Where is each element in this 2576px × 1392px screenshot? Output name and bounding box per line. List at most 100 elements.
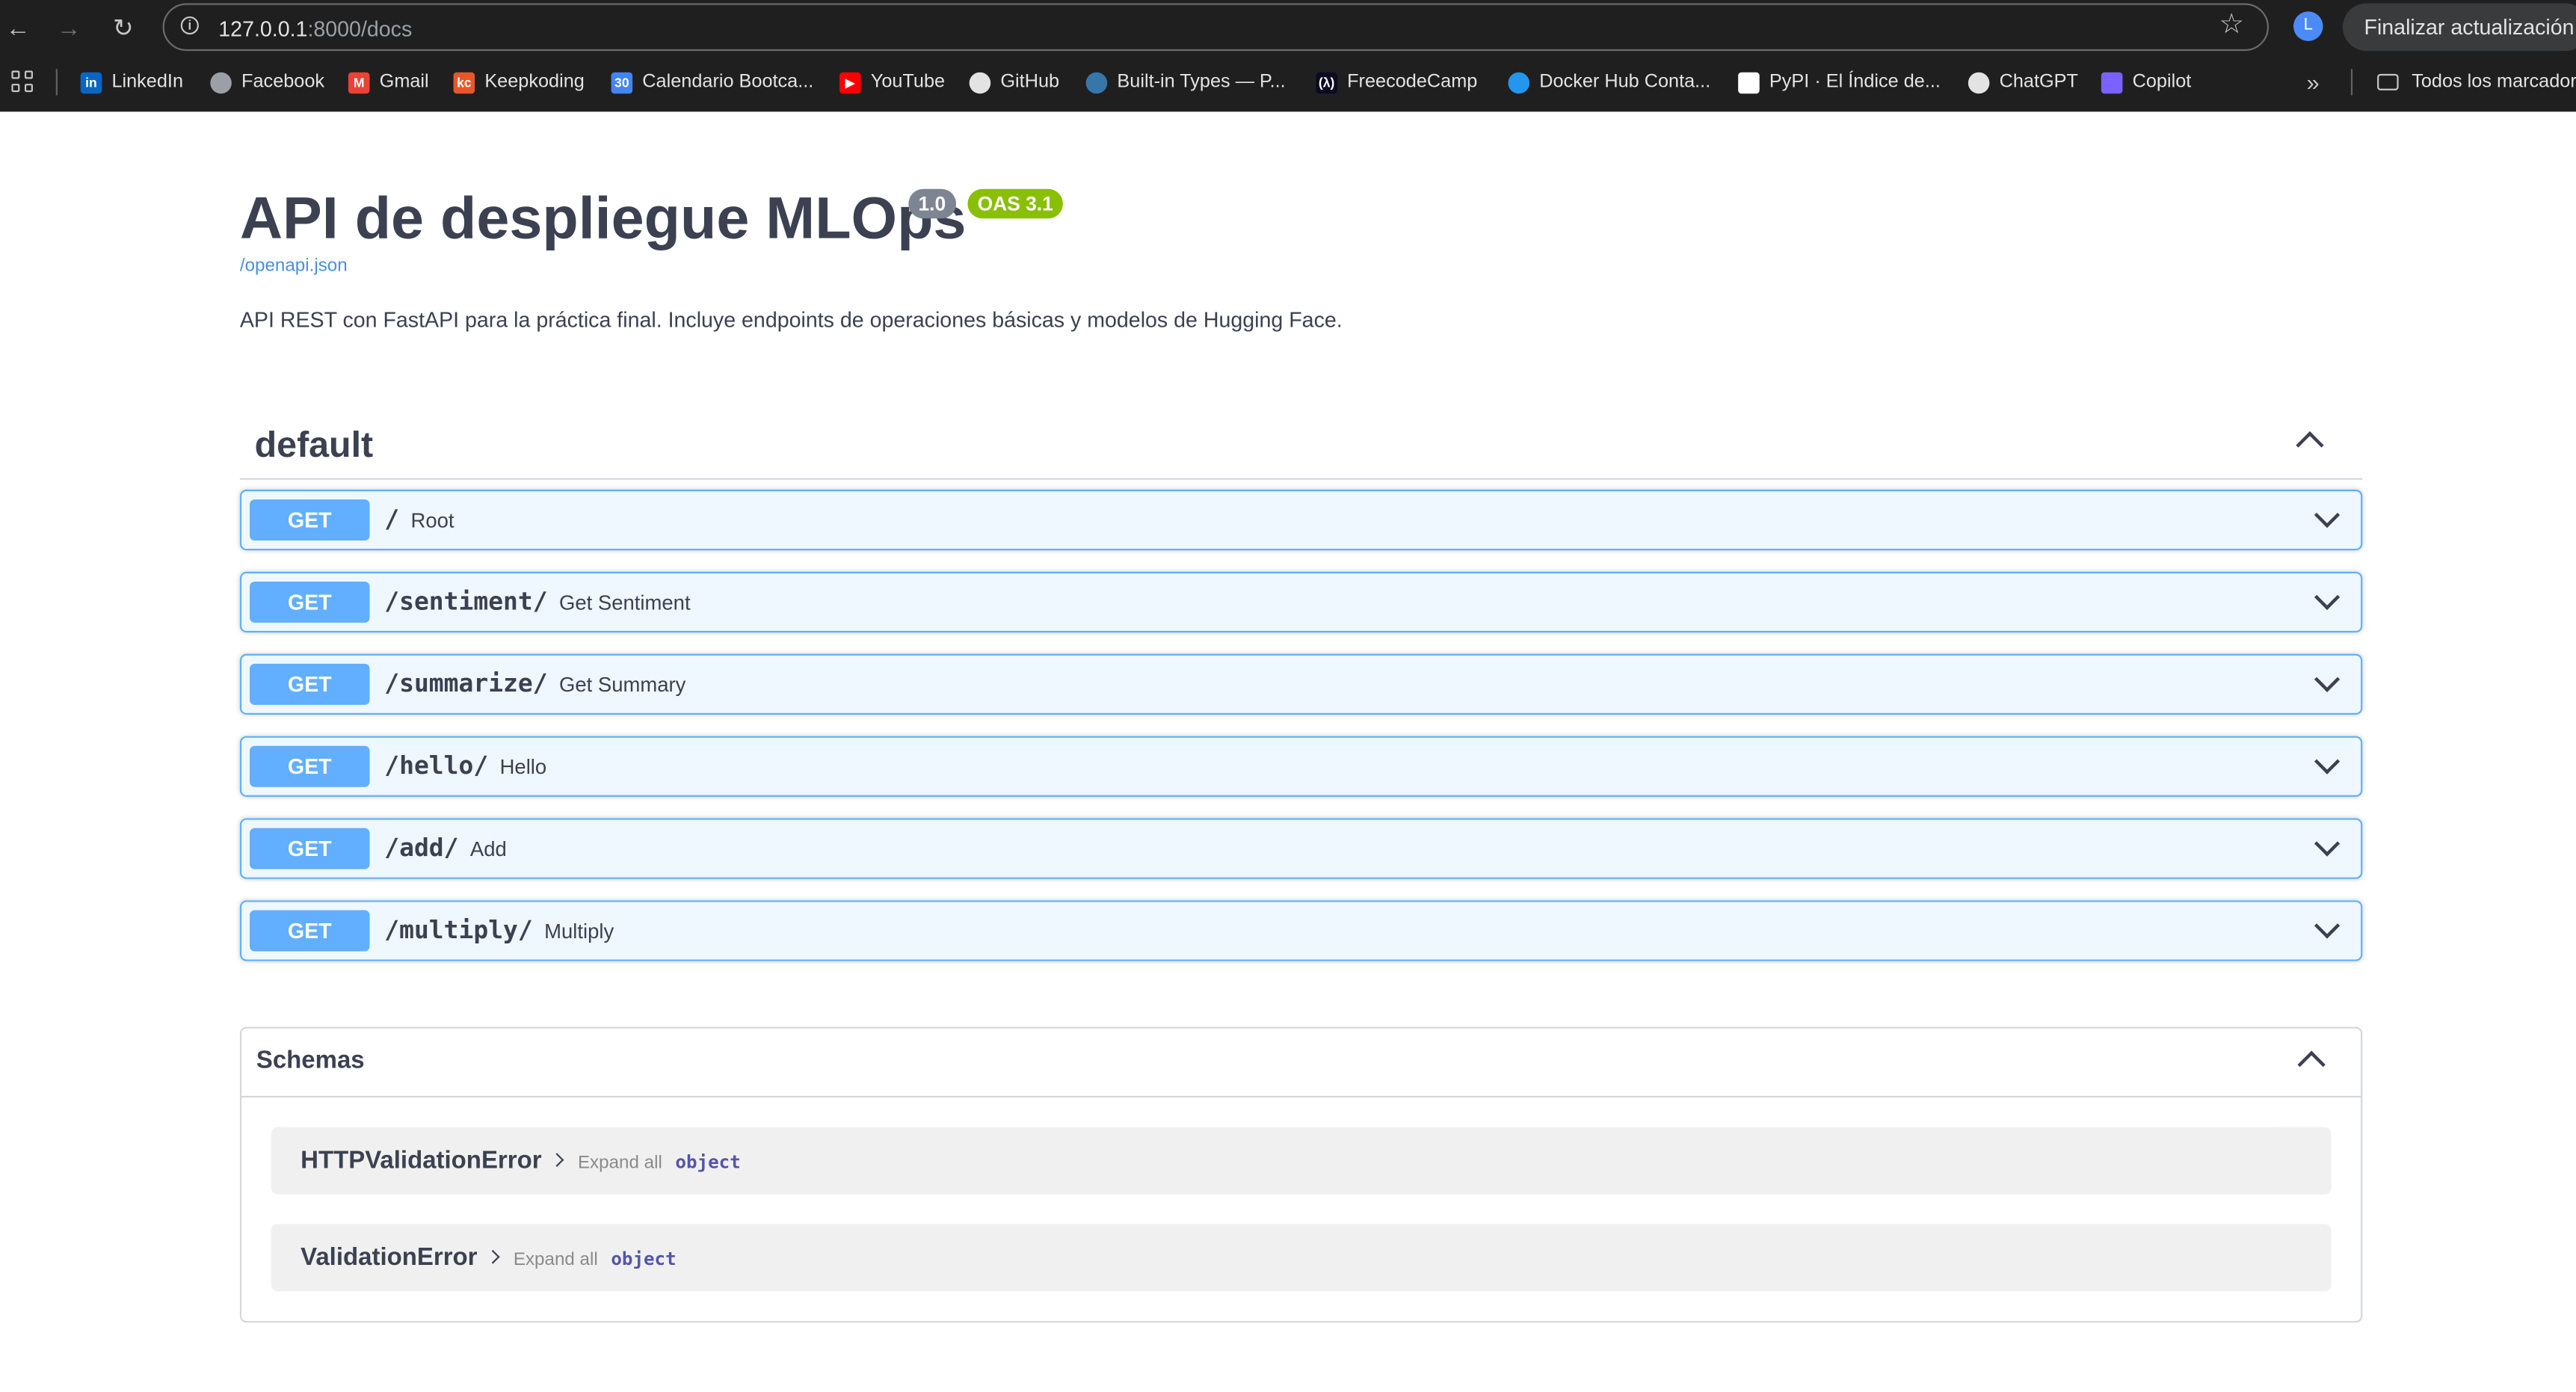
site-info-icon[interactable]: i xyxy=(180,16,199,35)
bookmark-item[interactable]: ChatGPT xyxy=(1968,69,2078,95)
bookmark-item[interactable]: Copilot xyxy=(2101,69,2191,95)
bookmark-label: Calendario Bootca... xyxy=(642,72,814,93)
schema-model-name[interactable]: HTTPValidationError Expand all object xyxy=(301,1147,741,1174)
swagger-page: API de despliegue MLOps 1.0 OAS 3.1 /ope… xyxy=(0,111,2576,1392)
keepkoding-icon: kc xyxy=(453,71,475,93)
openapi-json-link[interactable]: /openapi.json xyxy=(240,256,348,276)
bookmark-item[interactable]: Built-in Types — P... xyxy=(1085,69,1286,95)
bookmark-item[interactable]: Facebook xyxy=(210,69,324,95)
expand-all-link[interactable]: Expand all xyxy=(578,1154,662,1173)
default-section-header[interactable]: default xyxy=(239,404,2363,480)
operation-path[interactable]: /add/Add xyxy=(384,833,507,863)
method-badge[interactable]: GET xyxy=(250,663,370,705)
bookmark-item[interactable]: in LinkedIn xyxy=(80,69,184,95)
bookmark-item[interactable]: PyPI · El Índice de... xyxy=(1738,69,1941,95)
operation-get-row[interactable]: GET/hello/Hello xyxy=(239,736,2363,797)
bookmark-item[interactable]: Docker Hub Conta... xyxy=(1508,69,1710,95)
expand-all-link[interactable]: Expand all xyxy=(514,1250,598,1269)
chevron-up-icon[interactable] xyxy=(2297,1050,2326,1079)
operation-path[interactable]: /multiply/Multiply xyxy=(384,915,614,945)
operation-get-row[interactable]: GET/summarize/Get Summary xyxy=(239,653,2363,715)
operation-path[interactable]: / Root xyxy=(384,505,454,535)
operation-get-row[interactable]: GET/multiply/Multiply xyxy=(239,900,2363,961)
freecodecamp-icon: (λ) xyxy=(1316,71,1337,93)
folder-icon xyxy=(2377,73,2399,90)
bookmark-item[interactable]: M Gmail xyxy=(348,69,429,95)
method-badge[interactable]: GET xyxy=(250,910,370,952)
more-bookmarks-chevrons-icon[interactable]: » xyxy=(2307,69,2320,95)
operation-get-row[interactable]: GET/add/Add xyxy=(239,818,2363,879)
chevron-down-icon[interactable] xyxy=(2314,502,2341,529)
bookmark-item[interactable]: ▶ YouTube xyxy=(839,69,945,95)
bookmark-label: YouTube xyxy=(870,72,946,93)
bookmark-item[interactable]: kc Keepkoding xyxy=(453,69,585,95)
operation-summary: Hello xyxy=(499,755,547,779)
bookmark-label: Docker Hub Conta... xyxy=(1539,72,1711,93)
schema-model-name[interactable]: ValidationError Expand all object xyxy=(301,1244,677,1272)
oas-badge: OAS 3.1 xyxy=(967,188,1063,219)
operation-get-row[interactable]: GET / Root xyxy=(239,489,2363,551)
bookmark-item[interactable]: GitHub xyxy=(969,69,1060,95)
pypi-icon xyxy=(1738,71,1760,93)
api-title: API de despliegue MLOps xyxy=(239,184,967,252)
chevron-down-icon[interactable] xyxy=(2314,584,2341,610)
python-icon xyxy=(1085,71,1108,93)
address-bar[interactable]: i 127.0.0.1:8000/docs ☆ xyxy=(162,3,2270,52)
chevron-right-icon[interactable] xyxy=(484,1249,499,1264)
bookmark-star-icon[interactable]: ☆ xyxy=(2219,10,2245,37)
bookmark-label: PyPI · El Índice de... xyxy=(1769,72,1941,93)
schemas-title: Schemas xyxy=(256,1046,365,1075)
copilot-icon xyxy=(2101,71,2123,93)
back-arrow-icon[interactable]: ← xyxy=(0,10,36,46)
bookmark-item[interactable]: (λ) FreecodeCamp xyxy=(1316,69,1477,95)
reload-icon[interactable]: ↻ xyxy=(105,10,141,46)
operation-summary: Get Sentiment xyxy=(558,591,691,615)
globe-icon xyxy=(210,71,232,93)
profile-avatar[interactable]: L xyxy=(2293,11,2323,41)
docker-icon xyxy=(1508,71,1530,93)
operation-get-row[interactable]: GET/sentiment/Get Sentiment xyxy=(239,571,2363,633)
operation-path[interactable]: /hello/Hello xyxy=(384,751,546,780)
youtube-icon: ▶ xyxy=(839,71,861,93)
bookmark-label: Gmail xyxy=(379,72,429,93)
bookmark-label: FreecodeCamp xyxy=(1347,72,1478,93)
schemas-section: Schemas HTTPValidationError Expand all obj… xyxy=(239,1026,2363,1323)
schema-model-row[interactable]: ValidationError Expand all object xyxy=(271,1224,2332,1292)
method-badge[interactable]: GET xyxy=(250,499,370,541)
bookmark-label: GitHub xyxy=(1000,72,1060,93)
gmail-icon: M xyxy=(348,71,370,93)
forward-arrow-icon[interactable]: → xyxy=(51,10,87,46)
bookmark-label: Built-in Types — P... xyxy=(1117,72,1286,93)
bookmarks-divider xyxy=(2350,69,2353,96)
bookmark-item[interactable]: 30 Calendario Bootca... xyxy=(611,69,814,95)
chevron-up-icon[interactable] xyxy=(2296,431,2324,460)
chevron-down-icon[interactable] xyxy=(2314,913,2341,939)
operation-path[interactable]: /sentiment/Get Sentiment xyxy=(384,587,690,617)
bookmarks-divider xyxy=(55,69,58,96)
url-text[interactable]: 127.0.0.1:8000/docs xyxy=(218,16,412,41)
operation-path[interactable]: /summarize/Get Summary xyxy=(384,668,685,698)
bookmarks-bar: in LinkedIn Facebook M Gmail kc Keepkoding 30 Ca… xyxy=(0,63,2576,102)
linkedin-icon: in xyxy=(80,71,102,93)
method-badge[interactable]: GET xyxy=(250,828,370,869)
schema-model-row[interactable]: HTTPValidationError Expand all object xyxy=(271,1127,2332,1195)
method-badge[interactable]: GET xyxy=(250,581,370,623)
schemas-header[interactable]: Schemas xyxy=(241,1029,2361,1098)
method-badge[interactable]: GET xyxy=(250,745,370,787)
bookmark-label: LinkedIn xyxy=(111,72,184,93)
chevron-down-icon[interactable] xyxy=(2314,666,2341,692)
apps-grid-icon[interactable] xyxy=(11,70,33,93)
all-bookmarks-folder[interactable]: Todos los marcadores xyxy=(2377,69,2576,95)
operation-summary: Get Summary xyxy=(558,674,686,697)
schema-type: object xyxy=(675,1151,741,1174)
api-description: API REST con FastAPI para la práctica fi… xyxy=(239,307,1343,332)
operation-summary: Add xyxy=(469,837,507,861)
chevron-down-icon[interactable] xyxy=(2314,831,2341,857)
all-bookmarks-label: Todos los marcadores xyxy=(2412,72,2576,93)
bookmark-label: ChatGPT xyxy=(1999,72,2078,93)
operation-summary: Root xyxy=(410,509,455,533)
chevron-down-icon[interactable] xyxy=(2314,748,2341,774)
section-title: default xyxy=(254,424,374,465)
chevron-right-icon[interactable] xyxy=(549,1153,564,1167)
finish-update-button[interactable]: Finalizar actualización xyxy=(2342,3,2576,52)
